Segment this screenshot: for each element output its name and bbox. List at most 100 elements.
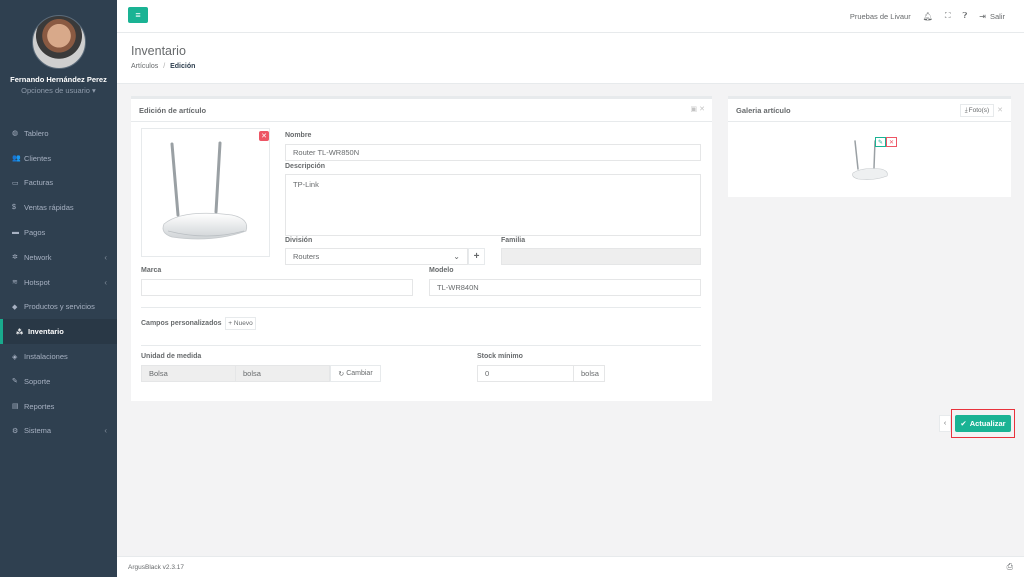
avatar[interactable] (31, 15, 86, 69)
user-profile: Fernando Hernández Perez Opciones de usu… (0, 0, 117, 112)
breadcrumb-edicion: Edición (170, 63, 196, 70)
modelo-input[interactable]: TL-WR840N (429, 279, 701, 296)
sidebar-item-instalaciones[interactable]: ◈ Instalaciones (0, 344, 117, 369)
cambiar-button[interactable]: ↻ Cambiar (330, 365, 381, 382)
close-icon: ✕ (261, 133, 267, 140)
upload-icon: ⤓ (964, 106, 968, 114)
topbar-right: Pruebas de Livaur 🔔︎ ⛶ ❓︎ ⇥ Salir (850, 11, 1005, 21)
user-options-dropdown[interactable]: Opciones de usuario ▾ (0, 86, 117, 95)
sidebar-item-label: Inventario (28, 327, 64, 337)
sidebar-item-sistema[interactable]: ⚙ Sistema ‹ (0, 419, 117, 444)
sidebar-item-pagos[interactable]: ▬ Pagos (0, 220, 117, 245)
sidebar-item-label: Hotspot (24, 277, 50, 287)
actualizar-label: Actualizar (969, 419, 1006, 428)
expand-icon[interactable]: ⛶ (945, 11, 951, 21)
sidebar-nav: ◍ Tablero 👥 Clientes ▭ Facturas $ Ventas rápida… (0, 121, 117, 443)
panel-title: Edición de artículo ▣ ✕ (131, 99, 712, 122)
breadcrumb-separator: / (163, 63, 166, 70)
sidebar-item-label: Reportes (24, 401, 55, 411)
logout-link[interactable]: Salir (990, 12, 1005, 21)
nombre-input[interactable]: Router TL-WR850N (285, 144, 701, 161)
printer-icon[interactable]: ⎙ (1007, 562, 1013, 572)
logout-icon[interactable]: ⇥ (979, 12, 986, 21)
sidebar-item-network[interactable]: ✲ Network ‹ (0, 245, 117, 270)
close-icon: ✕ (888, 139, 895, 146)
sidebar: Fernando Hernández Perez Opciones de usu… (0, 0, 117, 577)
router-image (162, 141, 248, 240)
sidebar-item-label: Sistema (24, 426, 52, 436)
company-name[interactable]: Pruebas de Livaur (850, 12, 911, 21)
app-version: ArgusBlack v2.3.17 (128, 563, 185, 571)
label-marca: Marca (141, 267, 162, 274)
add-custom-field-button[interactable]: + Nuevo (225, 317, 256, 330)
label-descripcion: Descripción (285, 163, 326, 170)
chevron-left-icon: ‹ (104, 426, 107, 436)
panel-tools: ▣ ✕ (691, 105, 705, 113)
chevron-left-icon: ‹ (104, 252, 107, 262)
close-icon[interactable]: ✕ (699, 106, 705, 113)
book-icon: ▤ (12, 403, 19, 411)
label-division: División (285, 237, 313, 244)
sidebar-item-tablero[interactable]: ◍ Tablero (0, 121, 117, 146)
marca-input[interactable] (141, 279, 413, 296)
sidebar-item-label: Instalaciones (24, 352, 68, 362)
delete-image-button[interactable]: ✕ (259, 131, 269, 141)
actualizar-button[interactable]: ✔ Actualizar (955, 415, 1011, 432)
label-unidad-medida: Unidad de medida (141, 353, 202, 360)
sidebar-item-label: Productos y servicios (24, 302, 95, 312)
footer: ArgusBlack v2.3.17 ⎙ (117, 556, 1024, 577)
division-select[interactable]: Routers ⌄ (285, 248, 468, 265)
chevron-left-icon: ‹ (104, 277, 107, 287)
hamburger-icon: ≡ (135, 10, 141, 20)
label-modelo: Modelo (429, 267, 454, 274)
chevron-down-icon: ⌄ (453, 252, 460, 261)
add-division-button[interactable]: + (468, 248, 485, 265)
sidebar-item-label: Pagos (24, 228, 46, 238)
upload-photos-button[interactable]: ⤓ Foto(s) (960, 104, 994, 117)
descripcion-textarea[interactable]: TP-Link (285, 174, 701, 236)
stock-minimo-input[interactable]: 0 (477, 365, 574, 382)
unidad-medida-field: Bolsa (141, 365, 236, 382)
user-name: Fernando Hernández Perez (10, 75, 107, 84)
cambiar-label: Cambiar (346, 370, 373, 377)
breadcrumb: Artículos / Edición (131, 63, 1024, 70)
breadcrumb-articulos[interactable]: Artículos (131, 63, 158, 70)
sidebar-item-soporte[interactable]: ✎ Soporte (0, 369, 117, 394)
tag-icon: ◆ (12, 303, 18, 311)
check-icon: ✔ (960, 419, 967, 428)
gallery-panel: Galeria artículo ⤓ Foto(s) ✕ ✎ ✕ (728, 96, 1011, 197)
photos-label: Foto(s) (968, 107, 990, 114)
close-icon[interactable]: ✕ (997, 106, 1003, 114)
sidebar-item-inventario[interactable]: ⁂ Inventario (0, 319, 117, 345)
edit-icon: ✎ (877, 139, 884, 146)
cogs-icon: ⚙ (12, 427, 19, 435)
sidebar-item-ventas-rápidas[interactable]: $ Ventas rápidas (0, 195, 117, 220)
sidebar-item-hotspot[interactable]: ≋ Hotspot ‹ (0, 270, 117, 295)
unidad-medida-abbr-field: bolsa (235, 365, 330, 382)
gallery-panel-title: Galeria artículo (736, 105, 791, 115)
thumbnail-edit-button[interactable]: ✎ (875, 137, 886, 147)
label-familia: Familia (501, 237, 526, 244)
sidebar-item-facturas[interactable]: ▭ Facturas (0, 171, 117, 196)
label-nombre: Nombre (285, 132, 312, 139)
help-icon[interactable]: ❓︎ (962, 11, 967, 21)
back-button[interactable]: ‹ (939, 415, 951, 432)
bell-icon[interactable]: 🔔︎ (923, 12, 933, 21)
familia-select[interactable] (501, 248, 701, 265)
sidebar-item-productos-y-servicios[interactable]: ◆ Productos y servicios (0, 295, 117, 320)
save-icon[interactable]: ▣ (691, 106, 698, 113)
sidebar-item-clientes[interactable]: 👥 Clientes (0, 146, 117, 171)
sidebar-item-label: Ventas rápidas (24, 203, 74, 213)
thumbnail-delete-button[interactable]: ✕ (886, 137, 897, 147)
cubes-icon: ⁂ (16, 328, 24, 336)
edit-panel-title: Edición de artículo (139, 105, 207, 115)
edit-article-panel: Edición de artículo ▣ ✕ ✕ Nombre Router … (131, 96, 712, 401)
sidebar-item-reportes[interactable]: ▤ Reportes (0, 394, 117, 419)
plus-icon: + (473, 251, 480, 262)
chevron-left-icon: ‹ (943, 420, 947, 427)
sidebar-item-label: Facturas (24, 178, 54, 188)
wrench-icon: ✎ (12, 378, 18, 386)
stock-unit-addon: bolsa (573, 365, 605, 382)
file-icon: ▭ (12, 179, 19, 187)
menu-toggle-button[interactable]: ≡ (128, 7, 148, 23)
